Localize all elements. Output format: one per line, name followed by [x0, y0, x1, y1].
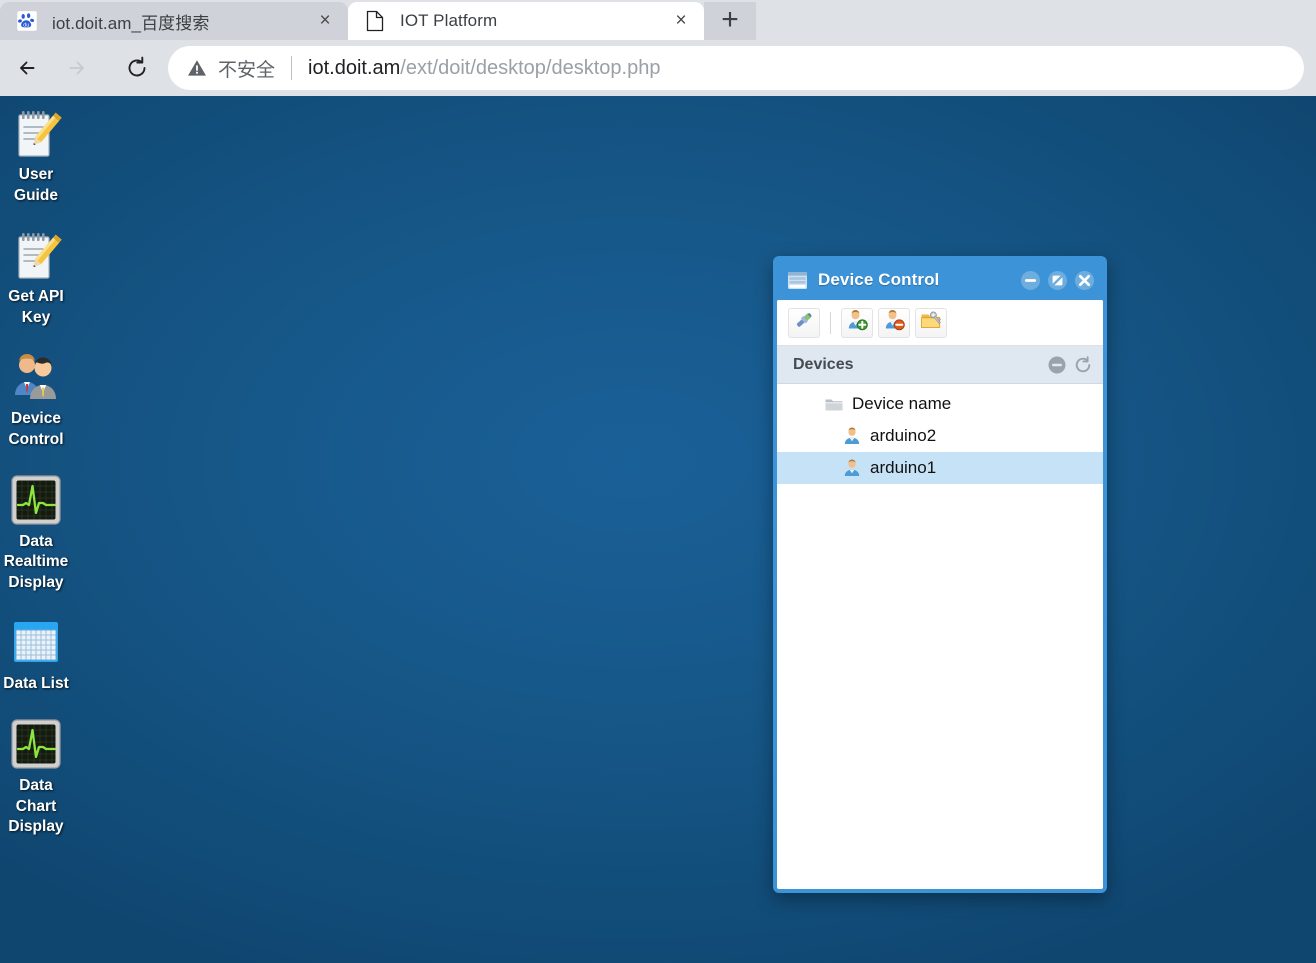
desktop-icon-data-chart-display[interactable]: Data Chart Display [0, 715, 72, 838]
folder-key-icon [920, 309, 942, 336]
baidu-paw-icon: du [16, 10, 38, 32]
tree-node-device-name[interactable]: Device name [777, 388, 1103, 420]
reload-button[interactable] [114, 45, 160, 91]
desktop-icon-column: User Guide Get API Key Device Control Da… [0, 104, 72, 858]
window-body: Devices Device name arduino2 arduino1 [777, 300, 1103, 889]
tree-node-label: Device name [852, 394, 952, 413]
devices-tree: Device name arduino2 arduino1 [777, 384, 1103, 484]
notepad-pencil-icon [7, 226, 65, 284]
desktop-icon-user-guide[interactable]: User Guide [0, 104, 72, 206]
minus-circle-gray-icon[interactable] [1047, 355, 1067, 375]
url-host: iot.doit.am [308, 56, 401, 79]
browser-tab-iot-platform[interactable]: IOT Platform × [348, 2, 704, 40]
desktop-icon-label: Data Realtime Display [3, 532, 69, 591]
security-status-text: 不安全 [218, 59, 276, 81]
connect-device-button[interactable] [788, 307, 820, 338]
tab-title: IOT Platform [400, 11, 498, 30]
tab-title: iot.doit.am_百度搜索 [52, 13, 210, 33]
browser-tab-baidu[interactable]: du iot.doit.am_百度搜索 × [0, 2, 348, 40]
tabstrip-empty-area [756, 2, 1316, 40]
window-controls [1020, 270, 1095, 291]
toolbar-separator [830, 311, 831, 334]
desktop-icon-label: Get API Key [8, 288, 64, 326]
new-tab-button[interactable]: + [704, 2, 756, 40]
folder-icon [825, 395, 843, 413]
window-list-icon [788, 271, 807, 289]
notepad-pencil-icon [7, 104, 65, 162]
minus-circle-icon[interactable] [1020, 270, 1041, 291]
tab-close-button[interactable]: × [312, 8, 338, 34]
two-users-icon [7, 348, 65, 406]
back-button[interactable] [6, 45, 52, 91]
svg-text:du: du [23, 22, 29, 28]
devices-panel-header: Devices [777, 346, 1103, 384]
desktop-icon-label: Data List [3, 675, 69, 693]
tree-node-arduino1[interactable]: arduino1 [777, 452, 1103, 484]
window-title-bar[interactable]: Device Control [777, 260, 1103, 300]
reload-icon [128, 56, 146, 77]
page-document-icon [364, 10, 386, 32]
forward-button[interactable] [52, 45, 98, 91]
window-title: Device Control [818, 270, 940, 289]
waveform-monitor-icon [7, 471, 65, 529]
x-circle-icon[interactable] [1074, 270, 1095, 291]
user-add-icon [846, 309, 868, 336]
browser-chrome: du iot.doit.am_百度搜索 × IOT Platform × + 不… [0, 0, 1316, 96]
user-icon [843, 427, 861, 445]
refresh-arrow-icon[interactable] [1073, 355, 1093, 375]
tree-node-label: arduino1 [870, 458, 937, 477]
tab-strip: du iot.doit.am_百度搜索 × IOT Platform × + [0, 0, 1316, 40]
plug-connector-icon [793, 309, 815, 336]
device-toolbar [777, 300, 1103, 346]
waveform-monitor-icon [7, 715, 65, 773]
device-control-window[interactable]: Device Control Devices Device name ardui… [773, 256, 1107, 893]
iot-desktop: User Guide Get API Key Device Control Da… [0, 96, 1316, 963]
devices-panel-tools [1047, 355, 1093, 375]
desktop-icon-device-control[interactable]: Device Control [0, 348, 72, 450]
desktop-icon-data-list[interactable]: Data List [0, 613, 72, 695]
omnibox-divider [291, 56, 293, 80]
address-bar[interactable]: 不安全 iot.doit.am/ext/doit/desktop/desktop… [168, 46, 1304, 90]
warning-triangle-icon [188, 60, 206, 76]
tree-node-arduino2[interactable]: arduino2 [777, 420, 1103, 452]
arrow-right-icon [69, 61, 84, 75]
user-remove-icon [883, 309, 905, 336]
tab-close-button[interactable]: × [668, 8, 694, 34]
user-icon [843, 459, 861, 477]
url-text: iot.doit.am/ext/doit/desktop/desktop.php [308, 57, 660, 80]
delete-device-button[interactable] [878, 307, 910, 338]
edit-key-button[interactable] [915, 307, 947, 338]
add-device-button[interactable] [841, 307, 873, 338]
desktop-icon-label: Data Chart Display [8, 777, 64, 836]
slash-circle-icon[interactable] [1047, 270, 1068, 291]
browser-toolbar: 不安全 iot.doit.am/ext/doit/desktop/desktop… [0, 40, 1316, 96]
table-grid-icon [7, 613, 65, 671]
tree-node-label: arduino2 [870, 426, 937, 445]
security-chip[interactable]: 不安全 [186, 55, 275, 82]
desktop-icon-data-realtime-display[interactable]: Data Realtime Display [0, 471, 72, 594]
url-path: /ext/doit/desktop/desktop.php [400, 56, 661, 79]
devices-panel-title: Devices [793, 355, 854, 373]
desktop-icon-label: Device Control [8, 410, 64, 449]
desktop-icon-get-api-key[interactable]: Get API Key [0, 226, 72, 328]
arrow-left-icon [20, 61, 35, 75]
desktop-icon-label: User Guide [14, 166, 58, 204]
